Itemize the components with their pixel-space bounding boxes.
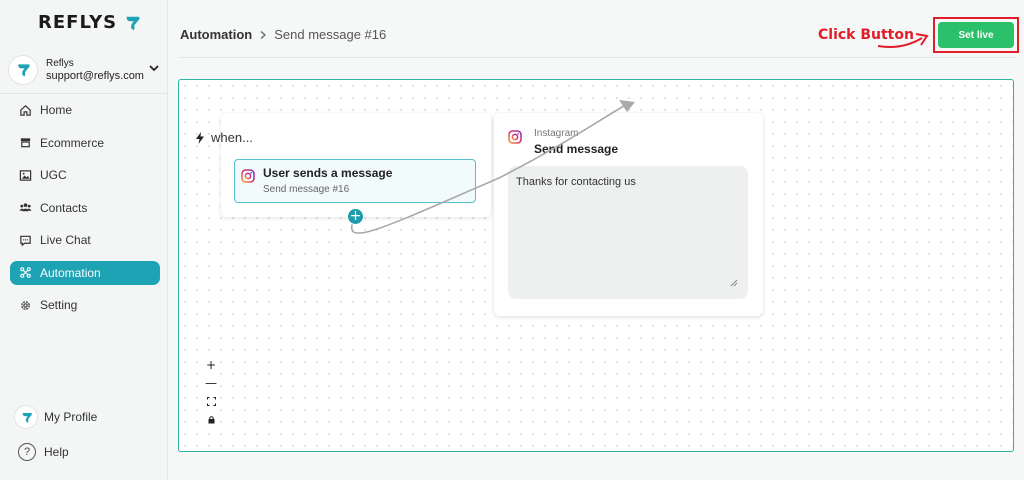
lock-button[interactable] [202,410,220,428]
help-label: Help [44,445,69,459]
sidebar-item-label: Contacts [40,200,88,215]
chat-icon [20,235,31,246]
zoom-out-button[interactable]: — [202,374,220,392]
sidebar-nav: Home Ecommerce UGC Contacts Live Chat Au… [10,98,160,326]
reflys-mark-icon [22,412,32,423]
instagram-icon [508,130,522,144]
flow-canvas[interactable]: Instagram Send message Thanks for contac… [178,79,1014,452]
account-name: Reflys [46,58,74,69]
account-email: support@reflys.com [46,70,144,82]
sidebar-item-ugc[interactable]: UGC [10,163,160,187]
automation-icon [20,267,31,278]
instagram-icon [241,169,255,183]
chevron-right-icon [260,30,267,39]
breadcrumb-current: Send message #16 [274,27,387,42]
sidebar-item-ecommerce[interactable]: Ecommerce [10,131,160,155]
account-avatar [8,55,38,85]
chevron-down-icon[interactable] [148,62,160,74]
sidebar-item-contacts[interactable]: Contacts [10,196,160,220]
sidebar: REFLYS Reflys support@reflys.com Home Ec… [0,0,168,480]
sidebar-item-label: Home [40,103,73,117]
brand-logo[interactable]: REFLYS [38,12,141,33]
brand-mark-icon [126,16,140,30]
when-label: when... [211,130,253,145]
set-live-button[interactable]: Set live [938,22,1014,48]
action-title: Send message [534,142,619,156]
fit-view-button[interactable] [202,392,220,410]
account-switcher[interactable]: Reflys support@reflys.com [8,52,164,88]
profile-label: My Profile [44,410,98,424]
sidebar-item-label: Ecommerce [40,135,105,150]
annotation-arrow-icon [877,33,929,48]
trigger-item-subtitle: Send message #16 [263,184,350,195]
sidebar-item-label: Live Chat [40,233,91,247]
trigger-when-header: when... [195,130,253,145]
my-profile-link[interactable]: My Profile [14,405,97,429]
sidebar-divider [0,93,168,94]
lightning-icon [196,131,204,144]
add-step-plus-icon[interactable]: + [347,208,364,225]
help-icon: ? [18,443,36,461]
fit-view-icon [206,396,216,406]
sidebar-item-label: Automation [40,265,101,280]
sidebar-item-setting[interactable]: Setting [10,293,160,317]
sidebar-item-label: Setting [40,298,78,312]
image-icon [19,169,32,181]
lock-icon [208,415,214,423]
resize-handle-icon[interactable] [730,279,738,287]
gear-icon [21,300,30,310]
action-channel-label: Instagram [534,128,579,139]
zoom-controls: + — [202,356,220,428]
header-divider [178,57,1016,58]
sidebar-item-automation[interactable]: Automation [10,260,160,285]
message-textarea[interactable]: Thanks for contacting us [508,166,748,299]
sidebar-item-live-chat[interactable]: Live Chat [10,228,160,252]
brand-name: REFLYS [38,12,118,33]
home-icon [20,104,31,116]
trigger-item-title: User sends a message [263,166,393,180]
users-icon [19,203,32,212]
store-icon [20,138,31,148]
app-root: REFLYS Reflys support@reflys.com Home Ec… [0,0,1024,480]
sidebar-item-label: UGC [40,168,67,182]
profile-avatar [14,405,38,429]
help-link[interactable]: ? Help [18,443,69,461]
reflys-mark-icon [18,64,30,77]
action-node[interactable]: Instagram Send message Thanks for contac… [494,113,763,316]
breadcrumb-root[interactable]: Automation [180,27,252,42]
sidebar-item-home[interactable]: Home [10,98,160,122]
zoom-in-button[interactable]: + [202,356,220,374]
trigger-item-user-sends-message[interactable]: User sends a message Send message #16 [234,159,476,203]
breadcrumb: Automation Send message #16 [180,27,386,42]
